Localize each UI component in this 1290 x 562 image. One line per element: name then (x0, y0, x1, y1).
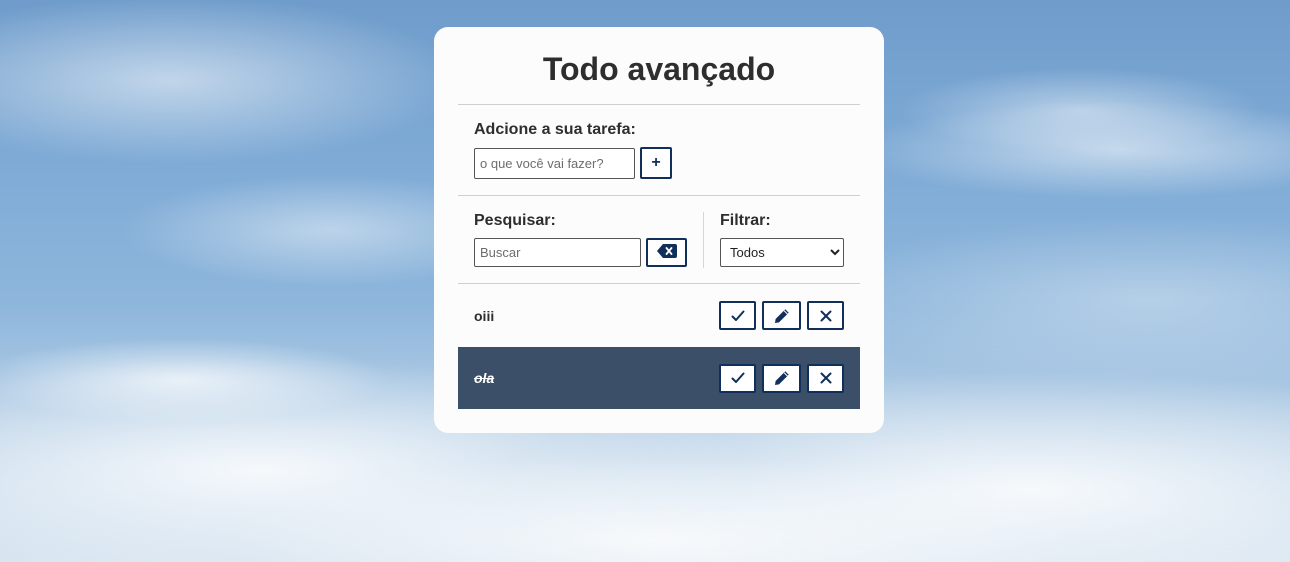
finish-todo-button[interactable] (719, 363, 756, 393)
search-input[interactable] (474, 238, 641, 267)
add-todo-form: Adcione a sua tarefa: + (458, 105, 860, 195)
xmark-icon (820, 310, 832, 322)
add-todo-label: Adcione a sua tarefa: (474, 121, 636, 138)
check-icon (731, 310, 745, 322)
todo-item: oiii (458, 284, 860, 347)
remove-todo-button[interactable] (807, 301, 844, 330)
todo-item-done: ola (458, 347, 860, 409)
finish-todo-button[interactable] (719, 301, 756, 330)
todo-card: Todo avançado Adcione a sua tarefa: + Pe… (434, 27, 884, 433)
todo-input[interactable] (474, 147, 635, 179)
search-section: Pesquisar: (474, 212, 704, 268)
todo-item-text: ola (474, 370, 495, 386)
pen-icon (774, 308, 790, 324)
check-icon (731, 372, 745, 384)
toolbar: Pesquisar: Filtrar: Todos (458, 196, 860, 283)
clear-search-button[interactable] (646, 238, 687, 267)
filter-section: Filtrar: Todos (704, 212, 844, 283)
pen-icon (774, 370, 790, 386)
todo-actions (713, 301, 844, 330)
edit-todo-button[interactable] (762, 363, 801, 393)
filter-select[interactable]: Todos (720, 238, 844, 267)
edit-todo-button[interactable] (762, 301, 801, 330)
todo-actions (713, 363, 844, 393)
remove-todo-button[interactable] (807, 363, 844, 393)
filter-label: Filtrar: (720, 212, 771, 229)
todo-list: oiii ola (458, 284, 860, 409)
backspace-icon (656, 244, 677, 261)
todo-item-text: oiii (474, 307, 495, 324)
page-title: Todo avançado (542, 51, 776, 87)
xmark-icon (820, 372, 832, 384)
search-label: Pesquisar: (474, 212, 556, 229)
add-todo-button[interactable]: + (640, 147, 672, 179)
